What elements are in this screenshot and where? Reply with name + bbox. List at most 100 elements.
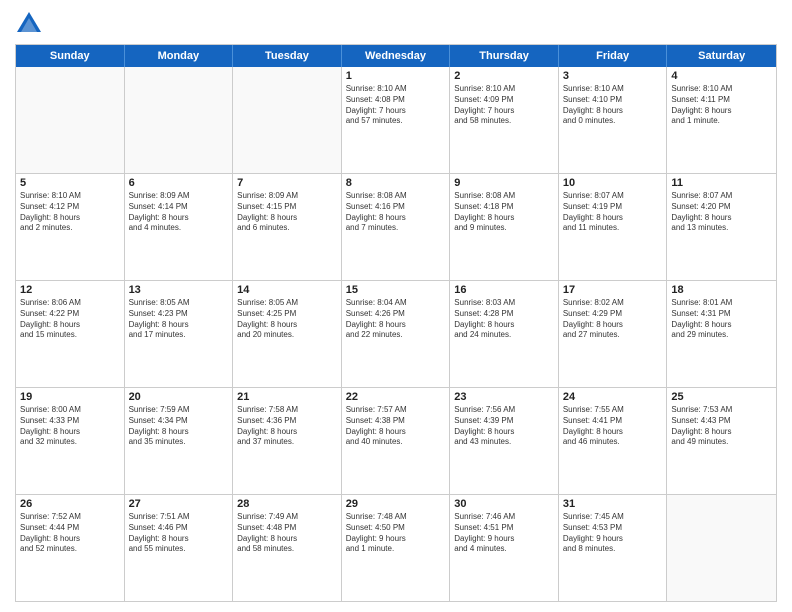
cell-info: Sunrise: 7:58 AM Sunset: 4:36 PM Dayligh…	[237, 405, 337, 448]
calendar-cell: 26 Sunrise: 7:52 AM Sunset: 4:44 PM Dayli…	[16, 495, 125, 601]
day-number: 19	[20, 391, 120, 403]
day-number: 16	[454, 284, 554, 296]
cell-info: Sunrise: 8:03 AM Sunset: 4:28 PM Dayligh…	[454, 298, 554, 341]
cell-info: Sunrise: 8:02 AM Sunset: 4:29 PM Dayligh…	[563, 298, 663, 341]
day-number: 4	[671, 70, 772, 82]
calendar-cell: 7Sunrise: 8:09 AM Sunset: 4:15 PM Daylig…	[233, 174, 342, 280]
weekday-header: Saturday	[667, 45, 776, 67]
day-number: 24	[563, 391, 663, 403]
calendar-cell: 19 Sunrise: 8:00 AM Sunset: 4:33 PM Dayli…	[16, 388, 125, 494]
day-number: 2	[454, 70, 554, 82]
calendar-cell: 11 Sunrise: 8:07 AM Sunset: 4:20 PM Dayli…	[667, 174, 776, 280]
day-number: 18	[671, 284, 772, 296]
cell-info: Sunrise: 8:09 AM Sunset: 4:15 PM Dayligh…	[237, 191, 337, 234]
cell-info: Sunrise: 8:06 AM Sunset: 4:22 PM Dayligh…	[20, 298, 120, 341]
cell-info: Sunrise: 8:00 AM Sunset: 4:33 PM Dayligh…	[20, 405, 120, 448]
calendar-cell: 20 Sunrise: 7:59 AM Sunset: 4:34 PM Dayli…	[125, 388, 234, 494]
calendar-cell: 1Sunrise: 8:10 AM Sunset: 4:08 PM Daylig…	[342, 67, 451, 173]
calendar-cell: 22Sunrise: 7:57 AM Sunset: 4:38 PM Dayli…	[342, 388, 451, 494]
cell-info: Sunrise: 8:07 AM Sunset: 4:19 PM Dayligh…	[563, 191, 663, 234]
weekday-header: Tuesday	[233, 45, 342, 67]
calendar-cell: 14Sunrise: 8:05 AM Sunset: 4:25 PM Dayli…	[233, 281, 342, 387]
calendar-cell: 13 Sunrise: 8:05 AM Sunset: 4:23 PM Dayli…	[125, 281, 234, 387]
cell-info: Sunrise: 8:01 AM Sunset: 4:31 PM Dayligh…	[671, 298, 772, 341]
calendar-cell: 9 Sunrise: 8:08 AM Sunset: 4:18 PM Daylig…	[450, 174, 559, 280]
weekday-header: Sunday	[16, 45, 125, 67]
day-number: 10	[563, 177, 663, 189]
calendar: SundayMondayTuesdayWednesdayThursdayFrid…	[15, 44, 777, 602]
calendar-cell	[16, 67, 125, 173]
calendar-row: 5Sunrise: 8:10 AM Sunset: 4:12 PM Daylig…	[16, 174, 776, 281]
day-number: 9	[454, 177, 554, 189]
header	[15, 10, 777, 38]
calendar-cell	[233, 67, 342, 173]
cell-info: Sunrise: 7:57 AM Sunset: 4:38 PM Dayligh…	[346, 405, 446, 448]
cell-info: Sunrise: 8:10 AM Sunset: 4:12 PM Dayligh…	[20, 191, 120, 234]
calendar-cell: 18 Sunrise: 8:01 AM Sunset: 4:31 PM Dayli…	[667, 281, 776, 387]
calendar-cell: 2 Sunrise: 8:10 AM Sunset: 4:09 PM Daylig…	[450, 67, 559, 173]
cell-info: Sunrise: 8:08 AM Sunset: 4:18 PM Dayligh…	[454, 191, 554, 234]
cell-info: Sunrise: 7:46 AM Sunset: 4:51 PM Dayligh…	[454, 512, 554, 555]
day-number: 3	[563, 70, 663, 82]
cell-info: Sunrise: 7:52 AM Sunset: 4:44 PM Dayligh…	[20, 512, 120, 555]
day-number: 11	[671, 177, 772, 189]
calendar-cell	[125, 67, 234, 173]
cell-info: Sunrise: 7:59 AM Sunset: 4:34 PM Dayligh…	[129, 405, 229, 448]
calendar-cell: 8 Sunrise: 8:08 AM Sunset: 4:16 PM Daylig…	[342, 174, 451, 280]
day-number: 26	[20, 498, 120, 510]
day-number: 25	[671, 391, 772, 403]
calendar-cell: 6Sunrise: 8:09 AM Sunset: 4:14 PM Daylig…	[125, 174, 234, 280]
day-number: 31	[563, 498, 663, 510]
calendar-cell: 16 Sunrise: 8:03 AM Sunset: 4:28 PM Dayli…	[450, 281, 559, 387]
calendar-cell: 25 Sunrise: 7:53 AM Sunset: 4:43 PM Dayli…	[667, 388, 776, 494]
calendar-cell: 30Sunrise: 7:46 AM Sunset: 4:51 PM Dayli…	[450, 495, 559, 601]
calendar-cell: 23 Sunrise: 7:56 AM Sunset: 4:39 PM Dayli…	[450, 388, 559, 494]
calendar-cell: 15 Sunrise: 8:04 AM Sunset: 4:26 PM Dayli…	[342, 281, 451, 387]
cell-info: Sunrise: 7:55 AM Sunset: 4:41 PM Dayligh…	[563, 405, 663, 448]
weekday-header: Monday	[125, 45, 234, 67]
logo	[15, 10, 47, 38]
cell-info: Sunrise: 7:45 AM Sunset: 4:53 PM Dayligh…	[563, 512, 663, 555]
calendar-row: 19 Sunrise: 8:00 AM Sunset: 4:33 PM Dayli…	[16, 388, 776, 495]
cell-info: Sunrise: 7:48 AM Sunset: 4:50 PM Dayligh…	[346, 512, 446, 555]
calendar-cell: 12 Sunrise: 8:06 AM Sunset: 4:22 PM Dayli…	[16, 281, 125, 387]
cell-info: Sunrise: 7:51 AM Sunset: 4:46 PM Dayligh…	[129, 512, 229, 555]
day-number: 28	[237, 498, 337, 510]
calendar-cell: 5Sunrise: 8:10 AM Sunset: 4:12 PM Daylig…	[16, 174, 125, 280]
day-number: 14	[237, 284, 337, 296]
cell-info: Sunrise: 8:10 AM Sunset: 4:10 PM Dayligh…	[563, 84, 663, 127]
calendar-row: 12 Sunrise: 8:06 AM Sunset: 4:22 PM Dayli…	[16, 281, 776, 388]
day-number: 12	[20, 284, 120, 296]
cell-info: Sunrise: 8:07 AM Sunset: 4:20 PM Dayligh…	[671, 191, 772, 234]
calendar-cell: 28Sunrise: 7:49 AM Sunset: 4:48 PM Dayli…	[233, 495, 342, 601]
calendar-row: 1Sunrise: 8:10 AM Sunset: 4:08 PM Daylig…	[16, 67, 776, 174]
calendar-cell: 29 Sunrise: 7:48 AM Sunset: 4:50 PM Dayli…	[342, 495, 451, 601]
day-number: 21	[237, 391, 337, 403]
day-number: 13	[129, 284, 229, 296]
day-number: 27	[129, 498, 229, 510]
cell-info: Sunrise: 7:53 AM Sunset: 4:43 PM Dayligh…	[671, 405, 772, 448]
calendar-cell	[667, 495, 776, 601]
weekday-header: Thursday	[450, 45, 559, 67]
cell-info: Sunrise: 7:56 AM Sunset: 4:39 PM Dayligh…	[454, 405, 554, 448]
cell-info: Sunrise: 8:05 AM Sunset: 4:23 PM Dayligh…	[129, 298, 229, 341]
cell-info: Sunrise: 8:08 AM Sunset: 4:16 PM Dayligh…	[346, 191, 446, 234]
cell-info: Sunrise: 8:10 AM Sunset: 4:11 PM Dayligh…	[671, 84, 772, 127]
day-number: 29	[346, 498, 446, 510]
calendar-cell: 27 Sunrise: 7:51 AM Sunset: 4:46 PM Dayli…	[125, 495, 234, 601]
cell-info: Sunrise: 8:04 AM Sunset: 4:26 PM Dayligh…	[346, 298, 446, 341]
weekday-header: Wednesday	[342, 45, 451, 67]
weekday-header: Friday	[559, 45, 668, 67]
calendar-cell: 24 Sunrise: 7:55 AM Sunset: 4:41 PM Dayli…	[559, 388, 668, 494]
day-number: 20	[129, 391, 229, 403]
day-number: 23	[454, 391, 554, 403]
calendar-body: 1Sunrise: 8:10 AM Sunset: 4:08 PM Daylig…	[16, 67, 776, 601]
calendar-cell: 10 Sunrise: 8:07 AM Sunset: 4:19 PM Dayli…	[559, 174, 668, 280]
logo-icon	[15, 10, 43, 38]
day-number: 6	[129, 177, 229, 189]
cell-info: Sunrise: 8:10 AM Sunset: 4:08 PM Dayligh…	[346, 84, 446, 127]
cell-info: Sunrise: 8:10 AM Sunset: 4:09 PM Dayligh…	[454, 84, 554, 127]
day-number: 8	[346, 177, 446, 189]
day-number: 15	[346, 284, 446, 296]
calendar-cell: 3 Sunrise: 8:10 AM Sunset: 4:10 PM Daylig…	[559, 67, 668, 173]
